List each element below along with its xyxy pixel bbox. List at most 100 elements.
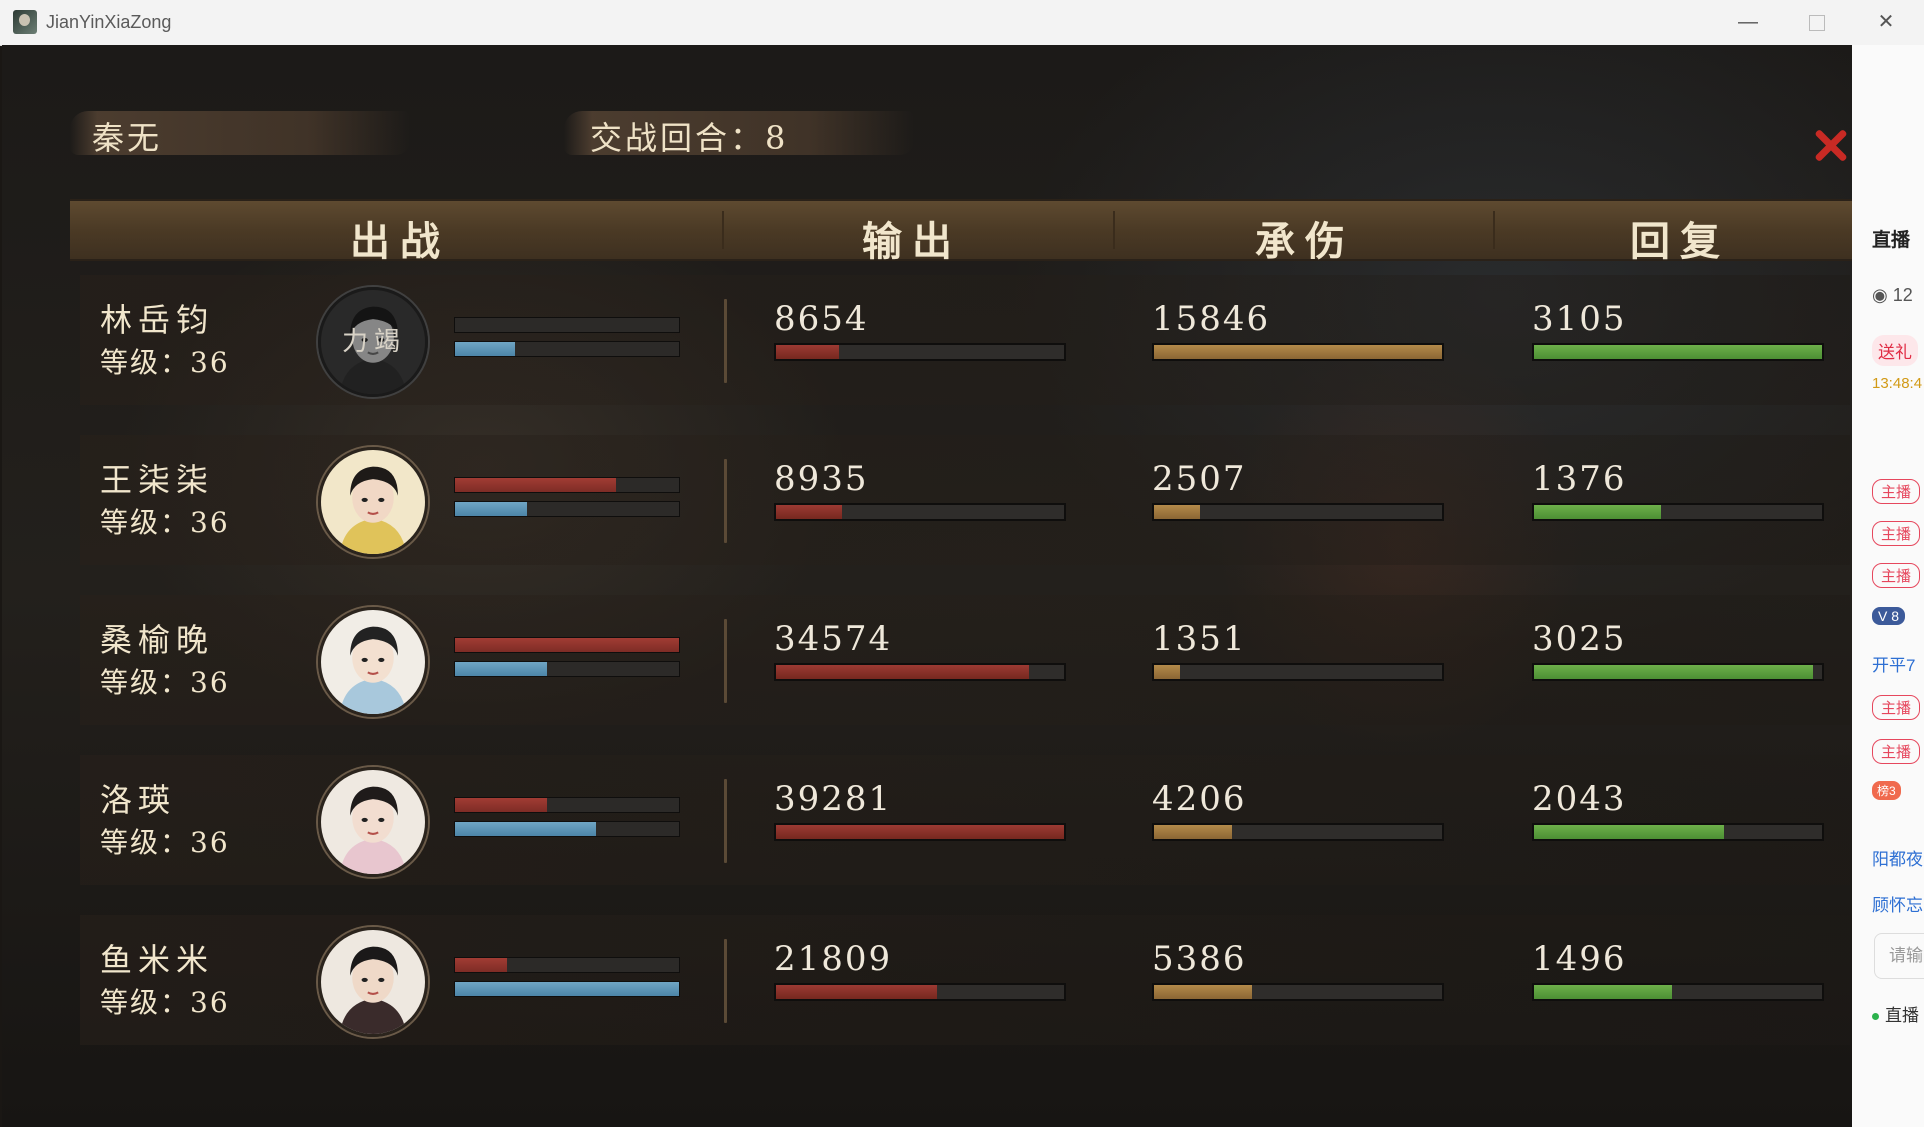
output-value: 39281	[774, 779, 893, 819]
col-output: 输出	[862, 218, 962, 265]
healing-value: 1376	[1532, 459, 1627, 499]
hp-bar	[454, 957, 680, 973]
live-status: 直播	[1872, 1001, 1919, 1026]
view-count: ◉ 12	[1872, 285, 1913, 305]
character-name: 洛瑛	[100, 781, 177, 819]
host-badge: 主播	[1872, 739, 1921, 764]
chat-message: 开平7	[1872, 656, 1916, 675]
battle-stats-panel: 秦无 交战回合：8 出战 输出 承伤 回复 林岳钧 等级：36 力竭 8654 …	[2, 45, 1852, 1127]
round-value: 8	[765, 119, 789, 157]
damage-taken-bar	[1152, 983, 1444, 1001]
character-level: 等级：36	[100, 826, 230, 859]
host-badge: 主播	[1872, 563, 1921, 588]
app-icon	[13, 10, 37, 34]
character-avatar[interactable]	[318, 447, 428, 557]
healing-value: 3105	[1532, 299, 1627, 339]
character-level: 等级：36	[100, 506, 230, 539]
damage-taken-value: 2507	[1152, 459, 1247, 499]
character-row: 桑榆晚 等级：36 34574 1351 3025	[80, 595, 1850, 725]
player-name: 秦无	[92, 119, 163, 157]
maximize-button[interactable]	[1783, 0, 1851, 45]
hp-bar	[454, 637, 680, 653]
window-title: JianYinXiaZong	[46, 12, 172, 32]
close-icon[interactable]	[1808, 123, 1852, 169]
character-avatar[interactable]	[318, 767, 428, 877]
character-level: 等级：36	[100, 986, 230, 1019]
healing-value: 1496	[1532, 939, 1627, 979]
row-divider	[724, 299, 727, 383]
character-name: 王柒柒	[100, 461, 215, 499]
mp-bar	[454, 341, 680, 357]
damage-taken-value: 4206	[1152, 779, 1247, 819]
exhausted-label: 力竭	[342, 327, 407, 357]
damage-taken-bar	[1152, 343, 1444, 361]
row-divider	[724, 459, 727, 543]
output-bar	[774, 663, 1066, 681]
live-title: 直播	[1872, 230, 1911, 251]
healing-bar	[1532, 343, 1824, 361]
chat-input[interactable]: 请输	[1874, 933, 1924, 979]
host-badge: 主播	[1872, 521, 1921, 546]
mp-bar	[454, 501, 680, 517]
healing-bar	[1532, 503, 1824, 521]
character-row: 王柒柒 等级：36 8935 2507 1376	[80, 435, 1850, 565]
healing-bar	[1532, 823, 1824, 841]
damage-taken-bar	[1152, 663, 1444, 681]
col-damage-taken: 承伤	[1255, 218, 1355, 265]
damage-taken-bar	[1152, 503, 1444, 521]
character-level: 等级：36	[100, 666, 230, 699]
healing-bar	[1532, 663, 1824, 681]
output-value: 34574	[774, 619, 893, 659]
character-name: 桑榆晚	[100, 621, 215, 659]
damage-taken-value: 15846	[1152, 299, 1271, 339]
character-avatar[interactable]	[318, 927, 428, 1037]
character-level: 等级：36	[100, 346, 230, 379]
rank-badge: 榜3	[1872, 781, 1901, 800]
minimize-button[interactable]: —	[1714, 0, 1782, 45]
chat-message: 顾怀忘	[1872, 896, 1923, 915]
output-bar	[774, 983, 1066, 1001]
host-badge: 主播	[1872, 479, 1921, 504]
chat-message: 阳都夜	[1872, 850, 1923, 869]
output-bar	[774, 823, 1066, 841]
row-divider	[724, 779, 727, 863]
character-name: 林岳钧	[100, 301, 215, 339]
mp-bar	[454, 981, 680, 997]
maximize-icon	[1809, 14, 1825, 31]
col-deploy: 出战	[350, 218, 450, 265]
output-bar	[774, 503, 1066, 521]
chat-time: 13:48:4	[1872, 375, 1923, 392]
stats-table-header: 出战 输出 承伤 回复	[70, 199, 1852, 265]
healing-value: 3025	[1532, 619, 1627, 659]
mp-bar	[454, 661, 680, 677]
character-row: 林岳钧 等级：36 力竭 8654 15846 3105	[80, 275, 1850, 405]
damage-taken-value: 5386	[1152, 939, 1247, 979]
round-label: 交战回合：	[590, 119, 766, 157]
hp-bar	[454, 317, 680, 333]
output-value: 8935	[774, 459, 869, 499]
character-row: 鱼米米 等级：36 21809 5386 1496	[80, 915, 1850, 1045]
window-close-button[interactable]: ✕	[1852, 0, 1920, 45]
row-divider	[724, 939, 727, 1023]
healing-value: 2043	[1532, 779, 1627, 819]
output-bar	[774, 343, 1066, 361]
hp-bar	[454, 797, 680, 813]
damage-taken-value: 1351	[1152, 619, 1247, 659]
output-value: 21809	[774, 939, 893, 979]
damage-taken-bar	[1152, 823, 1444, 841]
eye-icon: ◉	[1872, 285, 1893, 305]
output-value: 8654	[774, 299, 869, 339]
healing-bar	[1532, 983, 1824, 1001]
host-badge: 主播	[1872, 695, 1921, 720]
vip-badge: V 8	[1872, 607, 1906, 625]
live-chat-panel: 直播 ◉ 12 送礼 13:48:4 主播 主播 主播 主播 V 8 开平7 主…	[1852, 45, 1924, 1127]
col-healing: 回复	[1630, 218, 1730, 265]
character-name: 鱼米米	[100, 941, 215, 979]
row-divider	[724, 619, 727, 703]
character-row: 洛瑛 等级：36 39281 4206 2043	[80, 755, 1850, 885]
character-avatar[interactable]	[318, 607, 428, 717]
mp-bar	[454, 821, 680, 837]
hp-bar	[454, 477, 680, 493]
gift-button[interactable]: 送礼	[1872, 335, 1918, 366]
window-titlebar: JianYinXiaZong — ✕	[0, 0, 1924, 46]
